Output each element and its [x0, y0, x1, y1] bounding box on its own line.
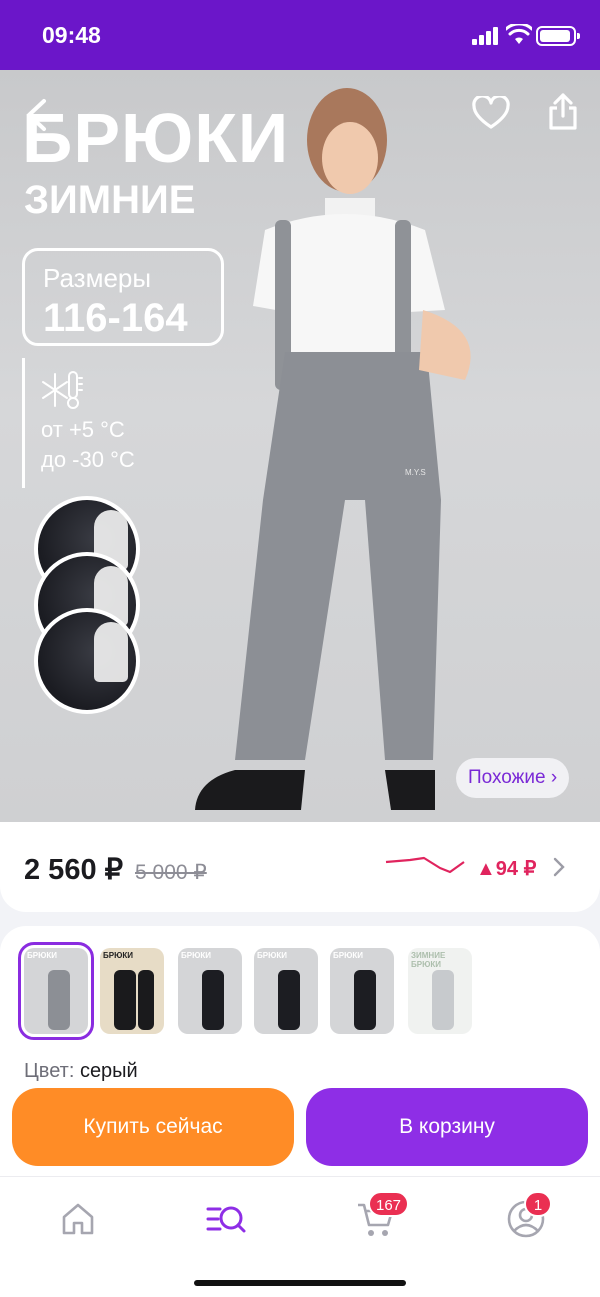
color-row: Цвет: серый	[24, 1060, 138, 1083]
wifi-icon	[506, 24, 532, 44]
color-value: серый	[79, 1060, 138, 1082]
add-to-cart-button[interactable]: В корзину	[306, 1088, 588, 1166]
home-indicator	[194, 1280, 406, 1286]
share-icon[interactable]	[546, 92, 580, 132]
status-bar: 09:48	[0, 0, 600, 70]
sizes-label: Размеры	[43, 263, 152, 293]
chevron-right-icon[interactable]	[552, 856, 566, 878]
current-price: 2 560 ₽	[24, 854, 124, 886]
profile-badge: 1	[524, 1191, 552, 1217]
heart-icon[interactable]	[472, 96, 510, 130]
tab-bar: 167 1	[0, 1176, 600, 1297]
product-image[interactable]: M.Y.S БРЮКИ ЗИМНИЕ Размеры 116-164 от +5…	[0, 70, 600, 822]
product-banner-title: БРЮКИ	[22, 99, 290, 177]
product-banner-subtitle: ЗИМНИЕ	[24, 178, 196, 222]
status-time: 09:48	[42, 22, 101, 48]
price-trend-icon	[385, 856, 465, 874]
temp-from: от +5 °C	[41, 417, 125, 442]
variant-thumb[interactable]: БРЮКИ	[100, 948, 164, 1034]
temperature-block: от +5 °C до -30 °C	[22, 358, 135, 488]
detail-circles	[34, 496, 140, 714]
price-change: ▲94 ₽	[476, 858, 537, 880]
sizes-value: 116-164	[43, 296, 188, 340]
variant-thumb[interactable]: БРЮКИ	[178, 948, 242, 1034]
snowflake-thermometer-icon	[42, 371, 83, 409]
variant-thumb[interactable]: ЗИМНИЕ БРЮКИ	[408, 948, 472, 1034]
brand-mark: M.Y.S	[405, 468, 426, 477]
variant-thumb[interactable]: БРЮКИ	[254, 948, 318, 1034]
sizes-box: Размеры 116-164	[22, 248, 224, 346]
buy-now-button[interactable]: Купить сейчас	[12, 1088, 294, 1166]
variant-thumb[interactable]: БРЮКИ	[330, 948, 394, 1034]
old-price: 5 000 ₽	[135, 861, 207, 884]
cart-badge: 167	[368, 1191, 410, 1217]
variant-thumb[interactable]: БРЮКИ	[18, 942, 94, 1040]
battery-icon	[536, 26, 580, 46]
price-card[interactable]: 2 560 ₽ 5 000 ₽ ▲94 ₽	[0, 822, 600, 912]
temp-to: до -30 °C	[41, 447, 135, 472]
product-photo-model: M.Y.S	[195, 88, 471, 810]
home-icon[interactable]	[56, 1197, 100, 1241]
detail-circle	[34, 608, 140, 714]
signal-icon	[472, 27, 498, 45]
similar-button[interactable]: Похожие ›	[456, 758, 570, 798]
catalog-search-icon[interactable]	[204, 1197, 248, 1241]
color-label: Цвет:	[24, 1060, 75, 1082]
